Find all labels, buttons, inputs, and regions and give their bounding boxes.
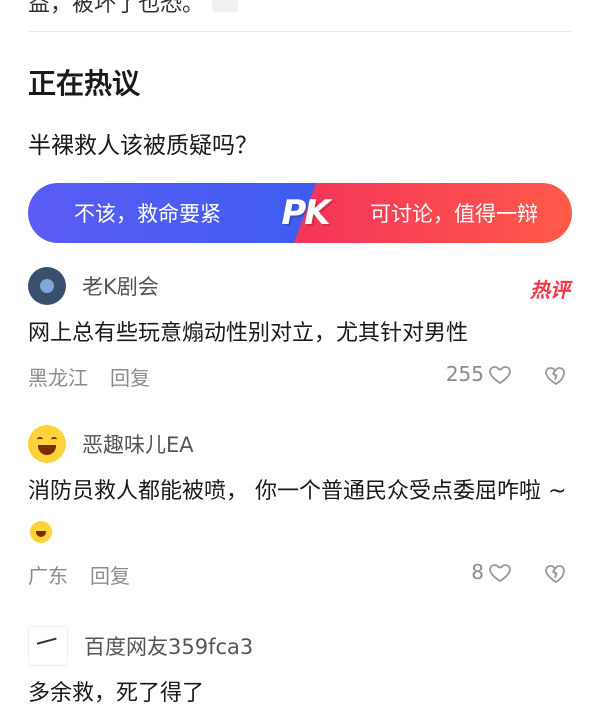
section-divider (28, 31, 572, 32)
comment-footer: 广东 回复 8 (28, 556, 572, 592)
previous-comment-text: 益，被坏了也恐。 (28, 0, 205, 17)
pk-vote-bar: 不该，救命要紧 可讨论，值得一辩 PK (28, 183, 572, 243)
pill-placeholder (212, 0, 239, 12)
comment-item: 百度网友359fca3 多余救，死了得了 (28, 626, 572, 714)
reply-button[interactable]: 回复 (110, 362, 150, 391)
comment-item: 恶趣味儿EA 消防员救人都能被喷， 你一个普通民众受点委屈咋啦 ~ 广东 回复 … (28, 424, 572, 592)
broken-heart-icon[interactable] (544, 561, 568, 585)
comment-header: 百度网友359fca3 (28, 626, 572, 666)
comment-nickname[interactable]: 恶趣味儿EA (82, 429, 194, 459)
previous-comment-fragment: 益，被坏了也恐。 (28, 0, 239, 18)
like-button[interactable]: 8 (471, 560, 512, 584)
comment-location: 广东 (28, 563, 68, 588)
laughing-crying-emoji-icon (30, 521, 52, 543)
reply-button[interactable]: 回复 (90, 560, 130, 589)
hot-comment-tag: 热评 (530, 278, 570, 302)
comment-header: 恶趣味儿EA (28, 424, 572, 464)
comment-item: 老K剧会 热评 网上总有些玩意煽动性别对立，尤其针对男性 黑龙江 回复 255 (28, 266, 572, 394)
topic-question[interactable]: 半裸救人该被质疑吗？ (28, 126, 258, 160)
like-count: 8 (471, 560, 484, 584)
comment-text: 消防员救人都能被喷， 你一个普通民众受点委屈咋啦 ~ (28, 479, 567, 504)
comment-footer: 黑龙江 回复 255 (28, 358, 572, 394)
pk-badge: PK (281, 193, 330, 233)
heart-outline-icon (489, 366, 511, 385)
comment-text-container: 消防员救人都能被喷， 你一个普通民众受点委屈咋啦 ~ (28, 472, 572, 552)
comment-nickname[interactable]: 百度网友359fca3 (84, 631, 253, 661)
avatar[interactable] (28, 267, 66, 305)
avatar[interactable] (28, 425, 66, 463)
comment-text: 网上总有些玩意煽动性别对立，尤其针对男性 (28, 321, 469, 346)
comment-text: 多余救，死了得了 (28, 681, 205, 706)
comment-nickname[interactable]: 老K剧会 (82, 271, 159, 301)
heart-outline-icon (489, 564, 511, 583)
broken-heart-icon[interactable] (544, 363, 568, 387)
like-button[interactable]: 255 (446, 362, 512, 386)
avatar[interactable] (28, 626, 68, 666)
comment-location: 黑龙江 (28, 365, 88, 390)
comment-header: 老K剧会 热评 (28, 266, 572, 306)
like-count: 255 (445, 362, 484, 386)
section-title: 正在热议 (28, 67, 141, 100)
